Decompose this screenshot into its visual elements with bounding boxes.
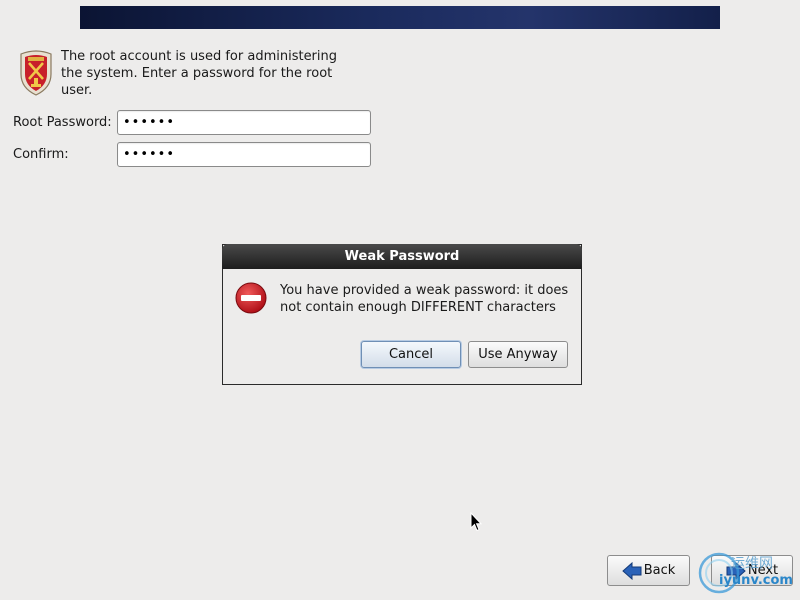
weak-password-dialog: Weak Password You have provided a weak p…	[222, 244, 582, 385]
back-button-label: Back	[643, 563, 676, 578]
dialog-title: Weak Password	[222, 244, 582, 269]
error-icon	[235, 282, 267, 314]
cancel-button[interactable]: Cancel	[361, 341, 461, 368]
next-button[interactable]: Next	[711, 555, 793, 586]
arrow-right-icon	[726, 562, 746, 580]
root-password-input[interactable]	[117, 110, 371, 135]
mouse-cursor-icon	[470, 512, 482, 532]
root-password-label: Root Password:	[13, 115, 112, 130]
header-banner	[80, 6, 720, 29]
arrow-left-icon	[622, 562, 642, 580]
back-button[interactable]: Back	[607, 555, 690, 586]
intro-text: The root account is used for administeri…	[61, 49, 338, 98]
confirm-label: Confirm:	[13, 147, 69, 162]
use-anyway-button[interactable]: Use Anyway	[468, 341, 568, 368]
shield-icon	[20, 50, 52, 96]
next-button-label: Next	[747, 563, 779, 578]
dialog-message: You have provided a weak password: it do…	[280, 283, 569, 315]
confirm-password-input[interactable]	[117, 142, 371, 167]
